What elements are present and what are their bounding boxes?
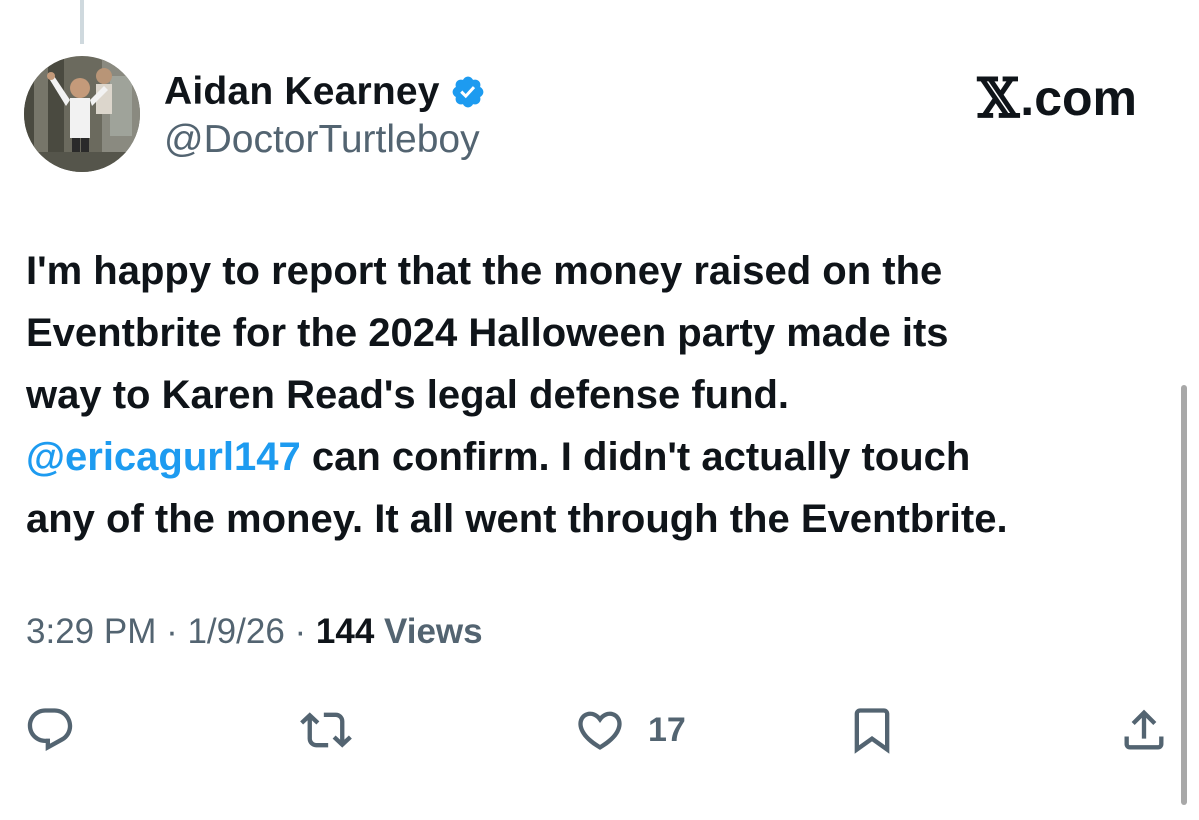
author-name-row[interactable]: Aidan Kearney	[164, 66, 486, 118]
meta-separator: ·	[156, 612, 188, 651]
scrollbar[interactable]	[1181, 385, 1187, 805]
tweet-text-segment: can confirm. I didn't actually touch	[300, 435, 971, 479]
views-count[interactable]: 144	[316, 612, 374, 651]
like-button[interactable]: 17	[574, 700, 686, 760]
thread-connector-line	[80, 0, 84, 44]
verified-badge-icon	[452, 76, 484, 108]
like-count: 17	[648, 710, 686, 749]
avatar[interactable]	[24, 56, 140, 172]
reply-button[interactable]	[24, 700, 76, 760]
tweet-text-line: Eventbrite for the 2024 Halloween party …	[26, 311, 949, 355]
tweet-metadata: 3:29 PM · 1/9/26 · 144 Views	[26, 612, 483, 652]
brand-suffix: .com	[1020, 70, 1137, 126]
tweet-text: I'm happy to report that the money raise…	[26, 240, 1156, 550]
share-button[interactable]	[1118, 700, 1170, 760]
tweet-date[interactable]: 1/9/26	[187, 612, 284, 651]
retweet-icon	[300, 712, 352, 748]
bookmark-button[interactable]	[846, 700, 898, 760]
x-logo-icon: 𝕏	[977, 66, 1020, 130]
tweet-text-line: way to Karen Read's legal defense fund.	[26, 373, 790, 417]
tweet-time[interactable]: 3:29 PM	[26, 612, 156, 651]
views-label: Views	[374, 612, 483, 651]
tweet-text-line: I'm happy to report that the money raise…	[26, 249, 943, 293]
author-handle[interactable]: @DoctorTurtleboy	[164, 118, 480, 162]
x-com-logo: 𝕏 .com	[977, 66, 1137, 130]
retweet-button[interactable]	[300, 700, 352, 760]
tweet-action-bar: 17	[0, 700, 1199, 760]
tweet-text-line: any of the money. It all went through th…	[26, 497, 1008, 541]
reply-icon	[27, 708, 73, 752]
avatar-photo	[24, 56, 140, 172]
tweet-text-line: @ericagurl147 can confirm. I didn't actu…	[26, 426, 1156, 488]
mention-link[interactable]: @ericagurl147	[26, 435, 301, 479]
share-icon	[1124, 709, 1164, 750]
author-display-name[interactable]: Aidan Kearney	[164, 70, 440, 114]
meta-separator: ·	[284, 612, 316, 651]
heart-icon	[578, 711, 622, 750]
bookmark-icon	[854, 708, 890, 754]
